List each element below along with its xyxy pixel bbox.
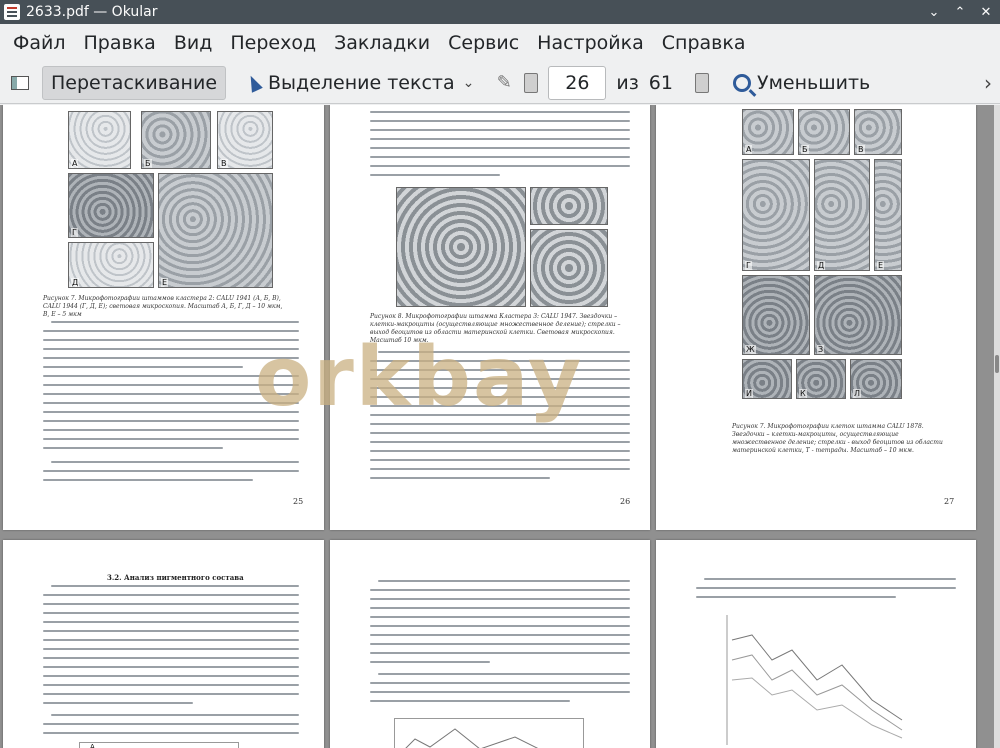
- micrograph-e: Д: [814, 159, 870, 271]
- document-page-30: [656, 540, 976, 748]
- micrograph-d: Г: [742, 159, 810, 271]
- spectrum-curve: [405, 728, 539, 748]
- micrograph-large: [396, 187, 526, 307]
- annotation-pen-icon[interactable]: ✎: [494, 72, 514, 93]
- micrograph-h: З: [814, 275, 902, 355]
- micrograph-a: А: [68, 111, 131, 169]
- next-page-icon[interactable]: [694, 72, 709, 93]
- menu-edit[interactable]: Правка: [75, 32, 165, 54]
- micrograph-e: Е: [158, 173, 273, 288]
- previous-page-icon[interactable]: [524, 72, 539, 93]
- figure-caption: Рисунок 7. Микрофотографии штаммов класт…: [43, 295, 283, 318]
- micrograph-c: В: [854, 109, 902, 155]
- menu-help[interactable]: Справка: [653, 32, 755, 54]
- section-heading: 3.2. Анализ пигментного состава: [107, 573, 244, 582]
- title-bar: 2633.pdf — Okular ⌄ ⌃ ✕: [0, 0, 1000, 24]
- maximize-button[interactable]: ⌃: [952, 5, 968, 20]
- page-number-input[interactable]: [548, 65, 607, 100]
- menu-bookmarks[interactable]: Закладки: [325, 32, 439, 54]
- zoom-out-label: Уменьшить: [756, 71, 871, 94]
- browse-tool-label: Перетаскивание: [51, 71, 218, 94]
- micrograph-a: А: [742, 109, 794, 155]
- micrograph-d: Г: [68, 173, 154, 238]
- okular-app-icon: [4, 4, 20, 20]
- total-pages-label: 61: [648, 71, 673, 94]
- page-number: 27: [944, 497, 955, 506]
- toolbar-overflow-icon[interactable]: ›: [984, 62, 992, 104]
- main-toolbar: Перетаскивание Выделение текста ⌄ ✎ из 6…: [0, 62, 1000, 104]
- cursor-icon: [245, 72, 263, 93]
- document-page-25: А Б В Г Е Д Рисунок 7. Микрофотографии ш…: [3, 105, 324, 530]
- browse-tool-button[interactable]: Перетаскивание: [42, 65, 227, 100]
- document-page-26: Рисунок 8. Микрофотографии штамма Класте…: [330, 105, 650, 530]
- figure-caption: Рисунок 8. Микрофотографии штамма Класте…: [370, 313, 621, 344]
- document-page-29: [330, 540, 650, 748]
- menu-settings[interactable]: Настройка: [528, 32, 653, 54]
- page-number: 26: [620, 497, 631, 506]
- text-selection-label: Выделение текста: [268, 71, 455, 94]
- spectrum-curves: [726, 615, 903, 745]
- sidebar-icon: [11, 75, 29, 90]
- chart-panel-label: А: [90, 743, 95, 748]
- micrograph-f: Д: [68, 242, 154, 288]
- micrograph-small-2: [530, 229, 608, 307]
- close-button[interactable]: ✕: [978, 5, 994, 20]
- micrograph-f: Е: [874, 159, 902, 271]
- menu-go[interactable]: Переход: [221, 32, 325, 54]
- spectrum-chart: А: [79, 742, 239, 748]
- spectrum-chart: [394, 718, 584, 748]
- scrollbar-thumb[interactable]: [995, 355, 999, 373]
- page-of-label: из: [616, 71, 639, 94]
- menu-tools[interactable]: Сервис: [439, 32, 528, 54]
- page-number: 25: [293, 497, 304, 506]
- zoom-out-button[interactable]: Уменьшить: [725, 66, 878, 100]
- menu-view[interactable]: Вид: [165, 32, 222, 54]
- micrograph-b: Б: [141, 111, 211, 169]
- micrograph-k: К: [796, 359, 846, 399]
- sidebar-toggle-button[interactable]: [6, 69, 34, 97]
- window-title: 2633.pdf — Okular: [26, 4, 158, 20]
- document-viewport[interactable]: А Б В Г Е Д Рисунок 7. Микрофотографии ш…: [0, 105, 1000, 748]
- micrograph-small-1: [530, 187, 608, 225]
- document-page-28: 3.2. Анализ пигментного состава А: [3, 540, 324, 748]
- micrograph-b: Б: [798, 109, 850, 155]
- minimize-button[interactable]: ⌄: [926, 5, 942, 20]
- menu-bar: Файл Правка Вид Переход Закладки Сервис …: [0, 24, 1000, 62]
- spectrum-chart: [722, 610, 912, 748]
- vertical-scrollbar[interactable]: [994, 105, 1000, 748]
- micrograph-i: И: [742, 359, 792, 399]
- micrograph-l: Л: [850, 359, 902, 399]
- micrograph-c: В: [217, 111, 273, 169]
- menu-file[interactable]: Файл: [4, 32, 75, 54]
- chevron-down-icon[interactable]: ⌄: [463, 75, 475, 91]
- micrograph-g: Ж: [742, 275, 810, 355]
- figure-caption: Рисунок 7. Микрофотографии клеток штамма…: [732, 423, 943, 454]
- magnifier-icon: [732, 73, 751, 92]
- text-selection-tool-button[interactable]: Выделение текста ⌄: [240, 66, 482, 100]
- document-page-27: А Б В Г Д Е Ж З И К Л Рисунок 7. Микрофо…: [656, 105, 976, 530]
